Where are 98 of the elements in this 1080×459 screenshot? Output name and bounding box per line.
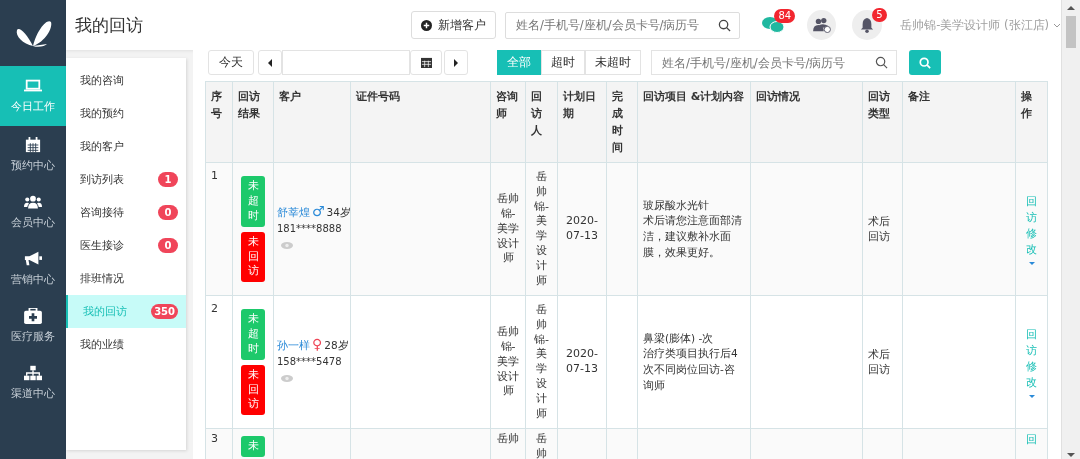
chevron-down-icon	[1053, 22, 1061, 28]
phone-text: 158****5478	[277, 356, 342, 368]
visit-type-text: 术后回访	[868, 348, 890, 377]
search-icon	[919, 56, 931, 69]
submenu-item[interactable]: 我的业绩	[66, 328, 186, 361]
submenu-item[interactable]: 我的预约	[66, 97, 186, 130]
today-button[interactable]: 今天	[208, 50, 254, 75]
submenu-item[interactable]: 排班情况	[66, 262, 186, 295]
previous-button[interactable]	[258, 50, 282, 75]
column-header: 备注	[902, 81, 1016, 163]
visitor-text: 岳帅锦-美学设计师	[534, 302, 549, 420]
bell-icon	[860, 17, 875, 33]
plan-date-text: 2020-07-13	[566, 347, 598, 376]
column-header: 回访结果	[232, 81, 274, 163]
consultant-text: 岳帅锦-美学设计师	[497, 192, 519, 265]
column-header: 序号	[205, 81, 233, 163]
caret-right-icon	[454, 58, 458, 67]
search-icon	[875, 56, 888, 69]
row-number: 1	[211, 169, 218, 183]
notifications-button[interactable]	[852, 10, 883, 40]
submenu-item[interactable]: 医生接诊 0	[66, 229, 186, 262]
row-number: 3	[211, 432, 218, 446]
column-header: 回访类型	[862, 81, 903, 163]
column-header: 回访人	[525, 81, 558, 163]
megaphone-icon	[24, 250, 42, 267]
caret-up-icon[interactable]	[1067, 6, 1075, 10]
count-badge: 0	[158, 238, 178, 253]
notification-badge: 84	[774, 9, 796, 23]
gender-symbol: ♀	[312, 336, 323, 352]
customer-name-link[interactable]: 孙一样	[277, 339, 310, 351]
status-tag: 未超时	[241, 309, 265, 360]
count-badge: 1	[158, 172, 178, 187]
submenu-item[interactable]: 咨询接待 0	[66, 196, 186, 229]
rail-nav-item[interactable]: 医疗服务	[0, 297, 66, 354]
plan-date-text: 2020-07-13	[566, 214, 598, 243]
search-icon	[718, 18, 732, 32]
submenu-item[interactable]: 我的回访 350	[66, 295, 186, 328]
users-icon	[24, 193, 42, 210]
status-tag: 未	[241, 436, 265, 458]
rail-nav-item[interactable]: 预约中心	[0, 126, 66, 183]
submenu-item[interactable]: 我的客户	[66, 130, 186, 163]
customer-name-link[interactable]: 舒莘煌	[277, 206, 310, 218]
gender-symbol: ♂	[312, 203, 325, 219]
age-text: 34岁	[326, 206, 351, 218]
plus-circle-icon	[420, 19, 432, 31]
team-button[interactable]	[807, 10, 837, 40]
medical-kit-icon	[24, 307, 42, 324]
calendar-button[interactable]	[410, 50, 442, 75]
status-tag: 未超时	[241, 176, 265, 227]
add-customer-button[interactable]: 新增客户	[410, 11, 496, 39]
column-header: 回访情况	[750, 81, 863, 163]
rail-nav-item[interactable]: 营销中心	[0, 240, 66, 297]
search-button[interactable]	[909, 50, 941, 75]
column-header: 操作	[1015, 81, 1048, 163]
search-field[interactable]: 姓名/手机号/座机/会员卡号/病历号	[504, 11, 741, 39]
search-field[interactable]: 姓名/手机号/座机/会员卡号/病历号	[651, 50, 897, 75]
visit-type-text: 术后回访	[868, 215, 890, 244]
scrollbar-thumb[interactable]	[1066, 16, 1076, 48]
rail-nav-item[interactable]: 会员中心	[0, 183, 66, 240]
submenu-item[interactable]: 到访列表 1	[66, 163, 186, 196]
consultant-text: 岳帅	[497, 432, 519, 446]
laptop-icon	[24, 78, 42, 94]
date-field[interactable]	[282, 50, 410, 75]
filter-tab[interactable]: 超时	[541, 50, 585, 75]
phone-text: 181****8888	[277, 223, 342, 235]
consultant-text: 岳帅锦-美学设计师	[497, 325, 519, 398]
caret-left-icon	[268, 58, 272, 67]
page-title: 我的回访	[75, 13, 144, 37]
plan-content-text: 鼻梁(膨体) -次	[643, 330, 715, 346]
status-tag: 未回访	[241, 364, 265, 416]
calendar-icon	[420, 57, 432, 68]
caret-down-icon[interactable]	[1028, 394, 1035, 398]
caret-down-icon[interactable]	[1028, 261, 1035, 265]
plan-content-text: 术后请您注意面部清洁，建议敷补水面膜，效果更好。	[643, 213, 743, 260]
filter-tab[interactable]: 未超时	[585, 50, 641, 75]
calendar-icon	[24, 136, 42, 153]
column-header: 咨询师	[490, 81, 526, 163]
age-text: 28岁	[324, 339, 349, 351]
submenu-item[interactable]: 我的咨询	[66, 64, 186, 97]
column-header: 计划日期	[557, 81, 607, 163]
visitor-text: 岳帅锦-美学设计师	[534, 169, 549, 287]
rail-nav-item[interactable]: 渠道中心	[0, 354, 66, 411]
column-header: 完成时间	[606, 81, 638, 163]
column-header: 客户	[273, 81, 351, 163]
plan-content-text: 玻尿酸水光针	[643, 197, 710, 213]
status-tag: 未回访	[241, 231, 265, 283]
caret-down-icon[interactable]	[1067, 453, 1075, 457]
plan-content-text: 治疗类项目执行后4次不同岗位回访-咨询师	[643, 346, 739, 393]
users-clock-icon	[811, 17, 832, 33]
column-header: 回访项目 &计划内容	[637, 81, 751, 163]
column-header: 证件号码	[350, 81, 491, 163]
next-button[interactable]	[444, 50, 468, 75]
count-badge: 350	[151, 304, 178, 319]
row-number: 2	[211, 302, 218, 316]
sitemap-icon	[24, 364, 42, 381]
visitor-text: 岳帅	[536, 432, 547, 459]
count-badge: 0	[158, 205, 178, 220]
notification-badge: 5	[872, 8, 887, 22]
